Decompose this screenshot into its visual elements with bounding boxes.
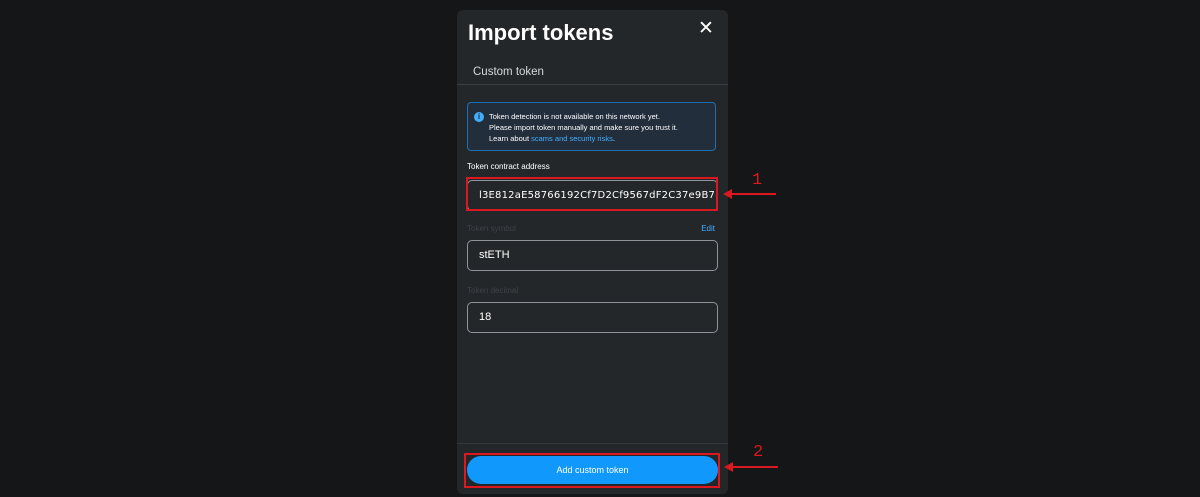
modal-title: Import tokens [468, 20, 614, 45]
token-symbol-label: Token symbol [467, 224, 516, 233]
step-number-1: 1 [752, 171, 763, 190]
notice-text: Token detection is not available on this… [489, 111, 714, 144]
highlight-box-button [464, 453, 720, 488]
footer-divider [457, 443, 728, 444]
tab-divider [457, 84, 728, 85]
highlight-box-address [466, 177, 718, 211]
token-decimal-label: Token decimal [467, 286, 519, 295]
contract-address-label: Token contract address [467, 162, 550, 171]
scams-security-link[interactable]: scams and security risks [531, 134, 613, 143]
token-detection-notice: i Token detection is not available on th… [467, 102, 716, 151]
token-decimal-input[interactable]: 18 [467, 302, 718, 333]
notice-suffix: . [612, 134, 615, 143]
step-number-2: 2 [753, 443, 764, 462]
notice-line-2: Please import token manually and make su… [489, 123, 678, 132]
notice-prefix: Learn about [489, 134, 530, 143]
import-tokens-modal: Import tokens ✕ Custom token i Token det… [457, 10, 728, 494]
info-icon: i [474, 112, 484, 122]
notice-line-3: Learn about scams and security risks. [489, 133, 714, 144]
token-symbol-input[interactable]: stETH [467, 240, 718, 271]
tab-custom-token[interactable]: Custom token [473, 66, 544, 78]
edit-symbol-link[interactable]: Edit [701, 224, 715, 233]
arrow-step-2 [724, 462, 778, 472]
notice-line-1: Token detection is not available on this… [489, 112, 660, 121]
arrow-step-1 [723, 189, 776, 199]
close-icon[interactable]: ✕ [696, 19, 716, 39]
